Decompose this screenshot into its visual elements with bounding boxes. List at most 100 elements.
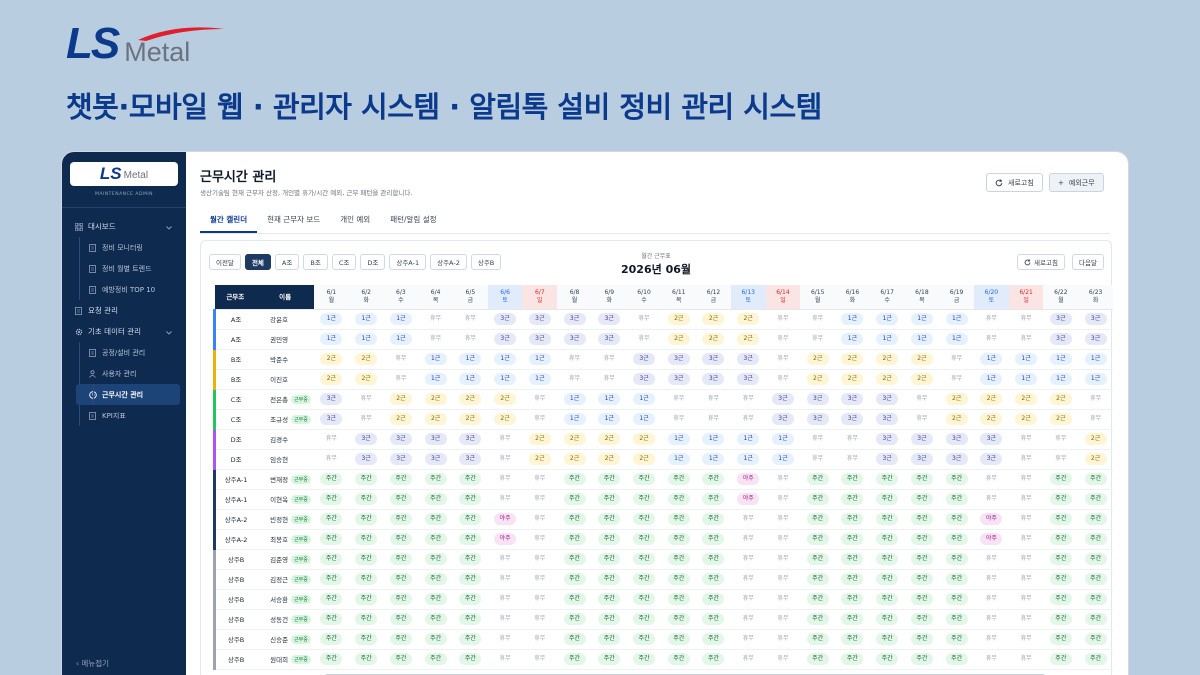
shift-cell[interactable]: 휴무 xyxy=(487,449,523,470)
shift-cell[interactable]: 2근 xyxy=(626,449,662,470)
tab-1[interactable]: 현재 근무자 보드 xyxy=(257,210,330,233)
shift-cell[interactable]: 주간 xyxy=(800,529,836,550)
shift-cell[interactable]: 주간 xyxy=(904,529,940,550)
shift-cell[interactable]: 주간 xyxy=(452,469,488,490)
shift-cell[interactable]: 주간 xyxy=(557,469,592,490)
shift-cell[interactable]: 주간 xyxy=(696,609,731,630)
shift-cell[interactable]: 주간 xyxy=(348,649,384,670)
shift-cell[interactable]: 1근 xyxy=(626,389,662,410)
filter-button-7[interactable]: 상주B xyxy=(470,254,502,270)
shift-cell[interactable]: 휴무 xyxy=(452,329,488,350)
shift-cell[interactable]: 주간 xyxy=(904,649,940,670)
shift-cell[interactable]: 3근 xyxy=(348,449,384,470)
shift-cell[interactable]: 2근 xyxy=(904,369,940,390)
shift-cell[interactable]: 주간 xyxy=(904,489,940,510)
shift-cell[interactable]: 휴무 xyxy=(522,649,558,670)
shift-cell[interactable]: 주간 xyxy=(1078,569,1113,590)
shift-cell[interactable]: 휴무 xyxy=(661,389,697,410)
shift-cell[interactable]: 휴무 xyxy=(557,349,592,370)
shift-cell[interactable]: 2근 xyxy=(383,409,419,430)
filter-button-0[interactable]: 전체 xyxy=(244,254,271,270)
shift-cell[interactable]: 1근 xyxy=(904,329,940,350)
shift-cell[interactable]: 주간 xyxy=(418,589,453,610)
shift-cell[interactable]: 야주 xyxy=(974,529,1009,550)
shift-cell[interactable]: 3근 xyxy=(939,429,974,450)
shift-cell[interactable]: 주간 xyxy=(591,569,627,590)
shift-cell[interactable]: 2근 xyxy=(418,389,453,410)
shift-cell[interactable]: 1근 xyxy=(1008,369,1044,390)
shift-cell[interactable]: 휴무 xyxy=(522,469,558,490)
shift-cell[interactable]: 휴무 xyxy=(522,609,558,630)
shift-cell[interactable]: 3근 xyxy=(557,309,592,330)
shift-cell[interactable]: 3근 xyxy=(487,329,523,350)
exception-work-button[interactable]: + 예외근무 xyxy=(1049,173,1104,192)
shift-cell[interactable]: 2근 xyxy=(696,309,731,330)
shift-cell[interactable]: 주간 xyxy=(626,569,662,590)
prev-month-button[interactable]: 이전달 xyxy=(209,254,241,270)
shift-cell[interactable]: 휴무 xyxy=(383,349,419,370)
shift-cell[interactable]: 주간 xyxy=(1078,549,1113,570)
shift-cell[interactable]: 휴무 xyxy=(765,509,801,530)
shift-cell[interactable]: 2근 xyxy=(1078,449,1113,470)
shift-cell[interactable]: 휴무 xyxy=(557,369,592,390)
shift-cell[interactable]: 주간 xyxy=(452,489,488,510)
shift-cell[interactable]: 주간 xyxy=(835,529,870,550)
shift-cell[interactable]: 휴무 xyxy=(1008,549,1044,570)
shift-cell[interactable]: 야주 xyxy=(487,509,523,530)
shift-cell[interactable]: 주간 xyxy=(452,629,488,650)
shift-cell[interactable]: 2근 xyxy=(348,369,384,390)
shift-cell[interactable]: 휴무 xyxy=(800,309,836,330)
shift-cell[interactable]: 주간 xyxy=(557,609,592,630)
shift-cell[interactable]: 주간 xyxy=(1043,609,1079,630)
shift-cell[interactable]: 주간 xyxy=(348,569,384,590)
shift-cell[interactable]: 주간 xyxy=(591,649,627,670)
shift-cell[interactable]: 2근 xyxy=(904,349,940,370)
calendar-refresh-button[interactable]: 새로고침 xyxy=(1017,254,1065,270)
shift-cell[interactable]: 1근 xyxy=(939,309,974,330)
shift-cell[interactable]: 주간 xyxy=(383,469,419,490)
shift-cell[interactable]: 1근 xyxy=(418,349,453,370)
shift-cell[interactable]: 주간 xyxy=(835,629,870,650)
shift-cell[interactable]: 2근 xyxy=(383,389,419,410)
shift-cell[interactable]: 휴무 xyxy=(1008,589,1044,610)
shift-cell[interactable]: 휴무 xyxy=(383,369,419,390)
shift-cell[interactable]: 휴무 xyxy=(1008,309,1044,330)
shift-cell[interactable]: 휴무 xyxy=(835,429,870,450)
shift-cell[interactable]: 1근 xyxy=(974,349,1009,370)
shift-cell[interactable]: 휴무 xyxy=(487,629,523,650)
shift-cell[interactable]: 주간 xyxy=(383,509,419,530)
shift-cell[interactable]: 휴무 xyxy=(730,629,766,650)
shift-cell[interactable]: 주간 xyxy=(1043,549,1079,570)
sidebar-item-3[interactable]: 예방정비 TOP 10 xyxy=(62,279,186,300)
shift-cell[interactable]: 주간 xyxy=(904,569,940,590)
shift-cell[interactable]: 휴무 xyxy=(765,649,801,670)
shift-cell[interactable]: 주간 xyxy=(661,489,697,510)
shift-cell[interactable]: 주간 xyxy=(383,569,419,590)
shift-cell[interactable]: 주간 xyxy=(626,469,662,490)
shift-cell[interactable]: 주간 xyxy=(452,609,488,630)
shift-cell[interactable]: 3근 xyxy=(974,449,1009,470)
shift-cell[interactable]: 주간 xyxy=(452,509,488,530)
shift-cell[interactable]: 2근 xyxy=(661,329,697,350)
shift-cell[interactable]: 주간 xyxy=(939,649,974,670)
shift-cell[interactable]: 주간 xyxy=(661,509,697,530)
shift-cell[interactable]: 2근 xyxy=(591,429,627,450)
shift-cell[interactable]: 주간 xyxy=(939,629,974,650)
shift-cell[interactable]: 휴무 xyxy=(1008,449,1044,470)
shift-cell[interactable]: 2근 xyxy=(522,449,558,470)
shift-cell[interactable]: 주간 xyxy=(591,629,627,650)
shift-cell[interactable]: 3근 xyxy=(314,409,349,430)
shift-cell[interactable]: 주간 xyxy=(348,609,384,630)
shift-cell[interactable]: 3근 xyxy=(696,369,731,390)
shift-cell[interactable]: 3근 xyxy=(904,449,940,470)
filter-button-1[interactable]: A조 xyxy=(274,254,300,270)
shift-cell[interactable]: 주간 xyxy=(557,629,592,650)
shift-cell[interactable]: 주간 xyxy=(835,589,870,610)
shift-cell[interactable]: 주간 xyxy=(314,469,349,490)
shift-cell[interactable]: 주간 xyxy=(418,469,453,490)
shift-cell[interactable]: 2근 xyxy=(591,449,627,470)
shift-cell[interactable]: 휴무 xyxy=(800,329,836,350)
shift-cell[interactable]: 주간 xyxy=(696,529,731,550)
shift-cell[interactable]: 휴무 xyxy=(487,649,523,670)
shift-cell[interactable]: 주간 xyxy=(383,629,419,650)
